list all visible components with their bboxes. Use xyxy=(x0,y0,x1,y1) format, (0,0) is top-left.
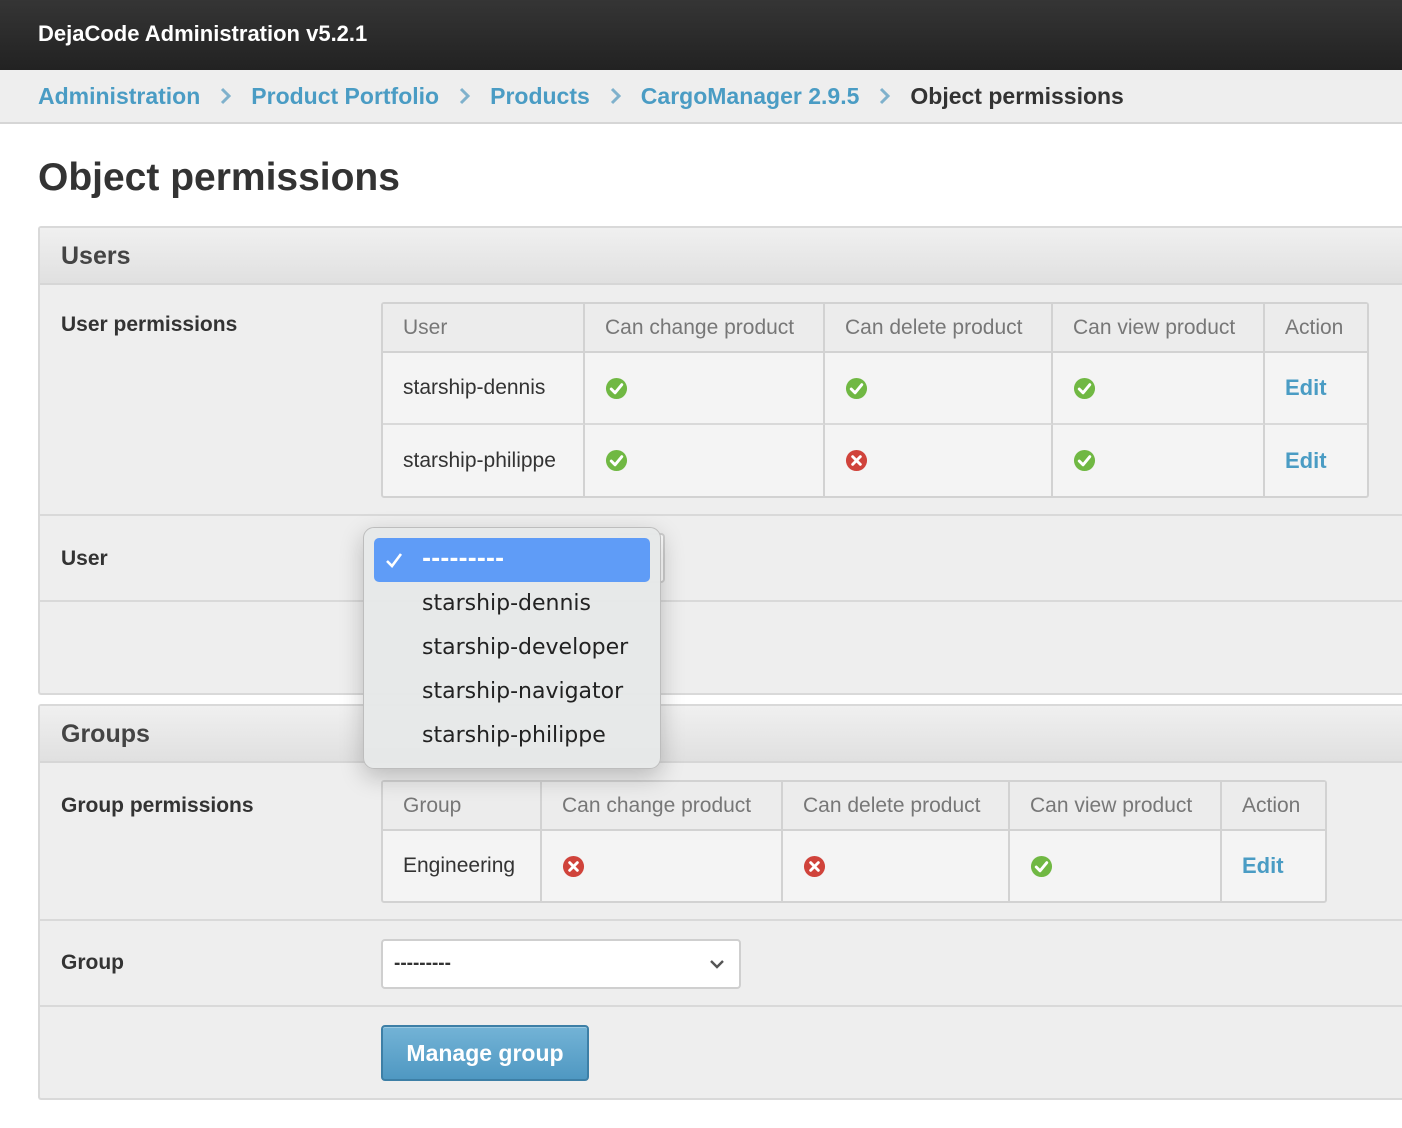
dropdown-option-empty[interactable]: --------- xyxy=(374,538,650,582)
table-row: starship-philippe Edit xyxy=(383,425,1367,496)
breadcrumb: Administration Product Portfolio Product… xyxy=(0,70,1402,124)
chevron-right-icon xyxy=(878,87,891,105)
check-circle-icon xyxy=(1073,377,1096,400)
column-header-can-change: Can change product xyxy=(542,782,783,831)
manage-group-button[interactable]: Manage group xyxy=(381,1025,589,1081)
check-circle-icon xyxy=(605,449,628,472)
check-circle-icon xyxy=(845,377,868,400)
users-heading: Users xyxy=(40,228,1402,285)
column-header-group: Group xyxy=(383,782,542,831)
column-header-can-view: Can view product xyxy=(1053,304,1265,353)
chevron-right-icon xyxy=(219,87,232,105)
column-header-can-change: Can change product xyxy=(585,304,825,353)
breadcrumb-administration[interactable]: Administration xyxy=(38,83,200,110)
edit-link[interactable]: Edit xyxy=(1285,448,1327,473)
chevron-down-icon xyxy=(710,960,724,969)
group-select-label: Group xyxy=(61,951,124,974)
breadcrumb-product-portfolio[interactable]: Product Portfolio xyxy=(251,83,439,110)
check-circle-icon xyxy=(605,377,628,400)
groups-fieldset: Groups Group permissions Group Can chang… xyxy=(38,704,1402,1100)
breadcrumb-products[interactable]: Products xyxy=(490,83,590,110)
user-permissions-row: User permissions User Can change product… xyxy=(40,285,1402,516)
dropdown-option[interactable]: starship-philippe xyxy=(374,714,650,758)
user-permissions-label: User permissions xyxy=(61,313,238,336)
group-select-row: Group --------- xyxy=(40,921,1402,1007)
app-header: DejaCode Administration v5.2.1 xyxy=(0,0,1402,70)
column-header-can-delete: Can delete product xyxy=(783,782,1010,831)
group-action-row: Manage group xyxy=(40,1007,1402,1098)
page-title: Object permissions xyxy=(38,156,400,199)
users-fieldset: Users User permissions User Can change p… xyxy=(38,226,1402,695)
dropdown-option-label: --------- xyxy=(422,547,505,572)
column-header-user: User xyxy=(383,304,585,353)
column-header-can-delete: Can delete product xyxy=(825,304,1053,353)
group-select[interactable]: --------- xyxy=(381,939,741,989)
cross-circle-icon xyxy=(803,855,826,878)
user-select-dropdown: --------- starship-dennis starship-devel… xyxy=(363,527,661,769)
edit-link[interactable]: Edit xyxy=(1285,375,1327,400)
table-row: starship-dennis Edit xyxy=(383,353,1367,425)
app-title: DejaCode Administration v5.2.1 xyxy=(38,21,368,46)
group-permissions-table: Group Can change product Can delete prod… xyxy=(381,780,1327,903)
user-action-row xyxy=(40,602,1402,693)
user-name-cell: starship-dennis xyxy=(383,353,585,425)
group-permissions-row: Group permissions Group Can change produ… xyxy=(40,763,1402,921)
user-select-row: User xyxy=(40,516,1402,602)
user-name-cell: starship-philippe xyxy=(383,425,585,496)
dropdown-option[interactable]: starship-dennis xyxy=(374,582,650,626)
groups-heading: Groups xyxy=(40,706,1402,763)
column-header-can-view: Can view product xyxy=(1010,782,1222,831)
table-row: Engineering Edit xyxy=(383,831,1325,901)
breadcrumb-current: Object permissions xyxy=(910,82,1124,109)
group-name-cell: Engineering xyxy=(383,831,542,901)
checkmark-icon xyxy=(386,553,403,568)
check-circle-icon xyxy=(1030,855,1053,878)
edit-link[interactable]: Edit xyxy=(1242,853,1284,878)
user-permissions-table: User Can change product Can delete produ… xyxy=(381,302,1369,498)
dropdown-option[interactable]: starship-navigator xyxy=(374,670,650,714)
column-header-action: Action xyxy=(1265,304,1367,353)
dropdown-option[interactable]: starship-developer xyxy=(374,626,650,670)
group-select-value: --------- xyxy=(394,953,451,974)
cross-circle-icon xyxy=(845,449,868,472)
cross-circle-icon xyxy=(562,855,585,878)
check-circle-icon xyxy=(1073,449,1096,472)
column-header-action: Action xyxy=(1222,782,1325,831)
group-permissions-label: Group permissions xyxy=(61,794,254,817)
user-select-label: User xyxy=(61,547,108,570)
chevron-right-icon xyxy=(458,87,471,105)
chevron-right-icon xyxy=(609,87,622,105)
breadcrumb-cargomanager[interactable]: CargoManager 2.9.5 xyxy=(641,83,860,110)
